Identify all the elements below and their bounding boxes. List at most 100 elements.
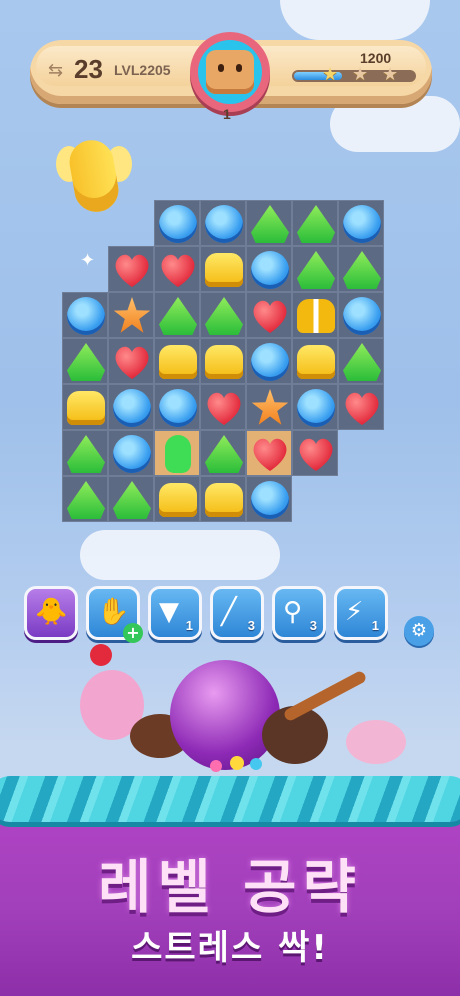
board-cell[interactable] [200, 200, 246, 246]
candy-red [205, 389, 243, 427]
candy-blue [159, 389, 197, 427]
board-cell[interactable] [292, 292, 338, 338]
candy-green [205, 297, 243, 335]
board-cell[interactable] [292, 384, 338, 430]
chick-booster[interactable]: 🐥 [24, 586, 78, 640]
lightbulb-booster[interactable]: ⚡ 1 [334, 586, 388, 640]
board-cell[interactable] [246, 246, 292, 292]
board-cell[interactable] [154, 246, 200, 292]
bee-booster-character [56, 134, 132, 216]
candy-blue [297, 389, 335, 427]
booster-count: 3 [247, 618, 255, 633]
candy-orange [251, 389, 289, 425]
board-cell[interactable] [338, 338, 384, 384]
moves-icon: ⇆ [48, 60, 64, 81]
board-cell[interactable] [108, 384, 154, 430]
candy-yellow [297, 345, 335, 379]
board-cell[interactable] [62, 338, 108, 384]
board-cell[interactable] [338, 292, 384, 338]
wafer-stick [282, 669, 368, 723]
board-cell[interactable] [338, 246, 384, 292]
lightbulb-icon: ⚡ [345, 597, 364, 627]
board-cell[interactable] [108, 476, 154, 522]
candy-red [251, 435, 289, 473]
oven-mitt-booster[interactable]: ✋ + [86, 586, 143, 643]
level-label: LVL2205 [114, 62, 171, 78]
board-cell[interactable] [246, 384, 292, 430]
board-cell[interactable] [154, 338, 200, 384]
spoon-icon: ⚲ [283, 597, 303, 627]
candy-red [343, 389, 381, 427]
board-cell[interactable] [62, 476, 108, 522]
board-cell[interactable] [154, 292, 200, 338]
candy-green [67, 343, 105, 381]
board-cell[interactable] [62, 292, 108, 338]
board-cell[interactable] [292, 246, 338, 292]
board-cell[interactable] [108, 246, 154, 292]
board-cell[interactable] [108, 338, 154, 384]
candy-green [67, 435, 105, 473]
candy-green [159, 297, 197, 335]
board-cell[interactable] [62, 384, 108, 430]
board-cell[interactable] [246, 200, 292, 246]
chick-icon: 🐥 [35, 597, 68, 627]
board-cell[interactable] [154, 384, 200, 430]
board-cell[interactable] [154, 200, 200, 246]
board-cell[interactable] [338, 200, 384, 246]
cloud [280, 0, 430, 40]
booster-count: 1 [371, 618, 379, 633]
candy-red [159, 251, 197, 289]
board-cell[interactable] [200, 338, 246, 384]
piping-bag-booster[interactable]: ▼ 1 [148, 586, 202, 640]
board-cell[interactable] [154, 476, 200, 522]
star-icon: ★ [352, 64, 369, 85]
purple-cake [170, 660, 280, 770]
board-cell[interactable] [246, 476, 292, 522]
eye [218, 64, 224, 72]
board-cell[interactable] [246, 338, 292, 384]
candy-green [297, 205, 335, 243]
oven-mitt-icon: ✋ [97, 597, 130, 627]
candy-orange [113, 297, 151, 333]
candy-green [205, 435, 243, 473]
candy-red [251, 297, 289, 335]
candy-yellow [67, 391, 105, 425]
board-cell[interactable] [292, 338, 338, 384]
frosting-rope [0, 776, 460, 822]
piping-bag-icon: ▼ [159, 597, 179, 627]
board-cell[interactable] [246, 430, 292, 476]
candy-green [297, 251, 335, 289]
candy-green-jelly [165, 435, 191, 473]
board-cell[interactable] [154, 430, 200, 476]
spoon-booster[interactable]: ⚲ 3 [272, 586, 326, 640]
candy-blue [343, 297, 381, 335]
board-cell[interactable] [200, 384, 246, 430]
candy-yellow [205, 345, 243, 379]
rolling-pin-booster[interactable]: ╱ 3 [210, 586, 264, 640]
candy-red [297, 435, 335, 473]
board-cell[interactable] [292, 200, 338, 246]
candy-green [251, 205, 289, 243]
board-cell[interactable] [200, 292, 246, 338]
board-cell[interactable] [108, 430, 154, 476]
booster-count: 1 [185, 618, 193, 633]
board-cell[interactable] [62, 430, 108, 476]
board-cell[interactable] [338, 384, 384, 430]
board-cell[interactable] [200, 476, 246, 522]
goal-badge[interactable]: 1 [190, 32, 270, 122]
cloud [330, 96, 460, 152]
board-cell[interactable] [108, 292, 154, 338]
candy-blue [343, 205, 381, 243]
candy-ball [250, 758, 262, 770]
promo-headline: 레벨 공략 [98, 853, 362, 921]
board-cell[interactable] [246, 292, 292, 338]
candy-yellow [159, 483, 197, 517]
star-icon: ★ [322, 64, 339, 85]
board-cell[interactable] [200, 430, 246, 476]
board-cell[interactable] [292, 430, 338, 476]
candy-ball [230, 756, 244, 770]
candy-blue [251, 343, 289, 381]
candy-blue [205, 205, 243, 243]
sparkle-icon: ✦ [80, 250, 96, 271]
board-cell[interactable] [200, 246, 246, 292]
